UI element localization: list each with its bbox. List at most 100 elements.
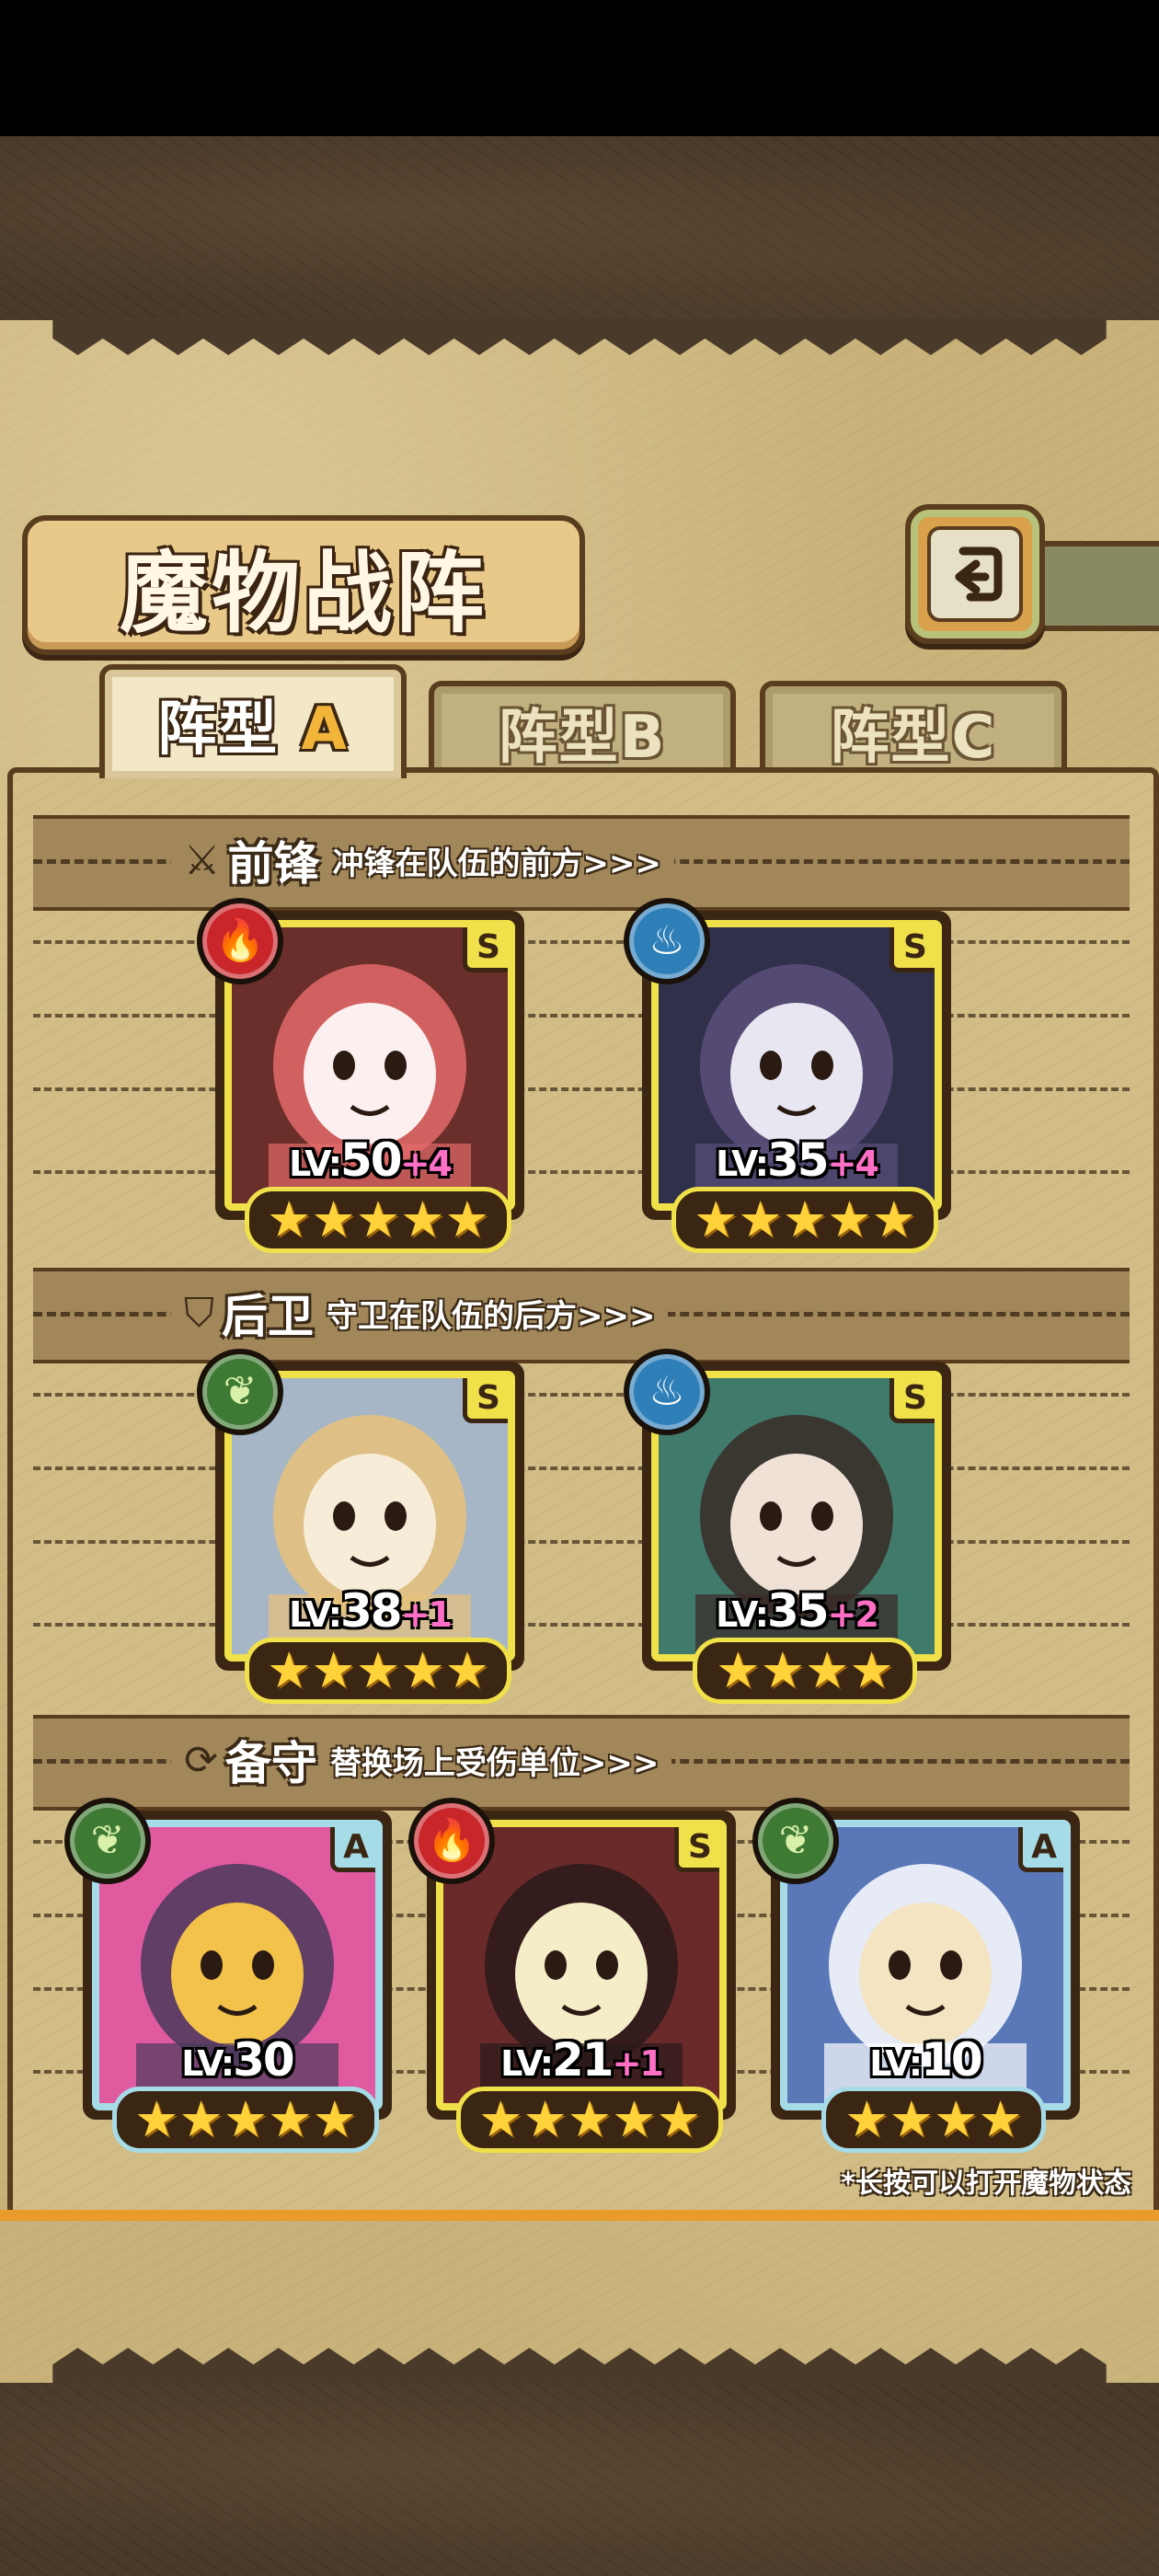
level-prefix: LV: bbox=[500, 2043, 554, 2084]
level-prefix: LV: bbox=[181, 2043, 235, 2084]
status-bar-area bbox=[0, 0, 1159, 136]
torn-edge-bottom bbox=[52, 2348, 1107, 2385]
rank-badge: A bbox=[1018, 1827, 1063, 1872]
wood-element-icon: ❦ bbox=[752, 1798, 839, 1884]
fire-element-icon: 🔥 bbox=[408, 1798, 495, 1884]
tab-letter: B bbox=[619, 704, 667, 772]
map-background-top bbox=[0, 136, 1159, 320]
rank-badge: S bbox=[889, 927, 935, 972]
level-value: 38 bbox=[340, 1584, 403, 1638]
tab-label: 阵型 bbox=[830, 704, 952, 772]
water-element-icon: ♨ bbox=[624, 898, 710, 984]
level-label: LV:38+1 bbox=[232, 1584, 508, 1638]
level-prefix: LV: bbox=[869, 2043, 923, 2084]
level-plus: +4 bbox=[400, 1144, 453, 1184]
level-prefix: LV: bbox=[716, 1144, 769, 1184]
star-icon: ★ bbox=[268, 2090, 313, 2148]
tab-letter: C bbox=[951, 704, 997, 772]
level-value: 50 bbox=[340, 1133, 403, 1187]
level-value: 30 bbox=[233, 2033, 295, 2087]
level-label: LV:35+2 bbox=[659, 1584, 935, 1638]
tab-formation-b[interactable]: 阵型B bbox=[429, 681, 736, 778]
level-value: 35 bbox=[767, 1584, 830, 1638]
star-rating: ★ ★ ★ ★ ★ bbox=[671, 1187, 938, 1253]
level-plus: +2 bbox=[827, 1594, 879, 1635]
level-label: LV:10 bbox=[787, 2033, 1063, 2087]
star-icon: ★ bbox=[400, 1641, 445, 1699]
level-label: LV:21+1 bbox=[443, 2033, 719, 2087]
star-icon: ★ bbox=[716, 1641, 761, 1699]
page-title: 魔物战阵 bbox=[120, 540, 488, 645]
star-rating: ★ ★ ★ ★ ★ bbox=[245, 1638, 511, 1704]
section-vanguard: ⚔ 前锋 冲锋在队伍的前方>>> bbox=[33, 815, 1130, 911]
back-button-rail bbox=[1030, 541, 1159, 631]
water-element-icon: ♨ bbox=[624, 1349, 710, 1435]
section-title: 后卫 bbox=[222, 1290, 314, 1343]
star-icon: ★ bbox=[612, 2090, 657, 2148]
star-icon: ★ bbox=[311, 1641, 356, 1699]
rank-badge: S bbox=[674, 1827, 719, 1872]
tab-letter: A bbox=[301, 696, 349, 764]
section-rearguard: ⛉ 后卫 守卫在队伍的后方>>> bbox=[33, 1268, 1130, 1363]
section-title: 前锋 bbox=[227, 837, 320, 891]
level-prefix: LV: bbox=[716, 1594, 769, 1635]
level-prefix: LV: bbox=[289, 1144, 342, 1184]
star-icon: ★ bbox=[223, 2090, 269, 2148]
star-icon: ★ bbox=[849, 1641, 894, 1699]
swap-icon: ⟳ bbox=[184, 1736, 218, 1784]
map-background-bottom bbox=[0, 2383, 1159, 2576]
page-title-plate: 魔物战阵 bbox=[22, 515, 585, 655]
star-icon: ★ bbox=[178, 2090, 224, 2148]
star-icon: ★ bbox=[266, 1190, 312, 1248]
star-icon: ★ bbox=[355, 1190, 401, 1248]
star-icon: ★ bbox=[782, 1190, 828, 1248]
star-icon: ★ bbox=[400, 1190, 445, 1248]
star-icon: ★ bbox=[477, 2090, 523, 2148]
star-icon: ★ bbox=[934, 2090, 979, 2148]
level-value: 21 bbox=[552, 2033, 614, 2087]
star-rating: ★ ★ ★ ★ ★ bbox=[112, 2087, 379, 2153]
tab-formation-a[interactable]: 阵型 A bbox=[99, 664, 407, 778]
star-icon: ★ bbox=[827, 1190, 872, 1248]
section-desc: 守卫在队伍的后方>>> bbox=[327, 1297, 656, 1335]
star-icon: ★ bbox=[567, 2090, 613, 2148]
back-button[interactable] bbox=[905, 504, 1045, 644]
star-icon: ★ bbox=[978, 2090, 1023, 2148]
star-icon: ★ bbox=[312, 2090, 358, 2148]
tab-label: 阵型 bbox=[157, 696, 280, 764]
star-icon: ★ bbox=[355, 1641, 401, 1699]
star-icon: ★ bbox=[311, 1190, 356, 1248]
wood-element-icon: ❦ bbox=[197, 1349, 283, 1435]
star-icon: ★ bbox=[693, 1190, 739, 1248]
panel-rail bbox=[0, 2210, 1159, 2221]
rank-badge: S bbox=[889, 1378, 935, 1423]
shield-icon: ⛉ bbox=[184, 1289, 214, 1337]
torn-edge-top bbox=[52, 318, 1107, 355]
rank-badge: S bbox=[463, 1378, 508, 1423]
star-rating: ★ ★ ★ ★ bbox=[821, 2087, 1046, 2153]
star-icon: ★ bbox=[522, 2090, 568, 2148]
fire-element-icon: 🔥 bbox=[197, 898, 283, 984]
section-desc: 冲锋在队伍的前方>>> bbox=[332, 845, 661, 882]
long-press-hint: *长按可以打开魔物状态 bbox=[841, 2168, 1131, 2200]
sword-icon: ⚔ bbox=[184, 836, 221, 884]
star-icon: ★ bbox=[760, 1641, 805, 1699]
level-label: LV:50+4 bbox=[232, 1133, 508, 1187]
section-reserve: ⟳ 备守 替换场上受伤单位>>> bbox=[33, 1715, 1130, 1811]
star-rating: ★ ★ ★ ★ bbox=[693, 1638, 917, 1704]
level-value: 35 bbox=[767, 1133, 830, 1187]
tab-label: 阵型 bbox=[498, 704, 620, 772]
rank-badge: A bbox=[330, 1827, 375, 1872]
star-rating: ★ ★ ★ ★ ★ bbox=[245, 1187, 511, 1253]
section-desc: 替换场上受伤单位>>> bbox=[329, 1744, 660, 1782]
level-value: 10 bbox=[921, 2033, 983, 2087]
wood-element-icon: ❦ bbox=[64, 1798, 151, 1884]
back-arrow-icon bbox=[927, 526, 1023, 622]
star-icon: ★ bbox=[444, 1190, 490, 1248]
star-icon: ★ bbox=[871, 1190, 917, 1248]
rank-badge: S bbox=[463, 927, 508, 972]
star-rating: ★ ★ ★ ★ ★ bbox=[456, 2087, 723, 2153]
level-plus: +1 bbox=[612, 2043, 664, 2084]
star-icon: ★ bbox=[656, 2090, 702, 2148]
tab-formation-c[interactable]: 阵型C bbox=[760, 681, 1067, 778]
